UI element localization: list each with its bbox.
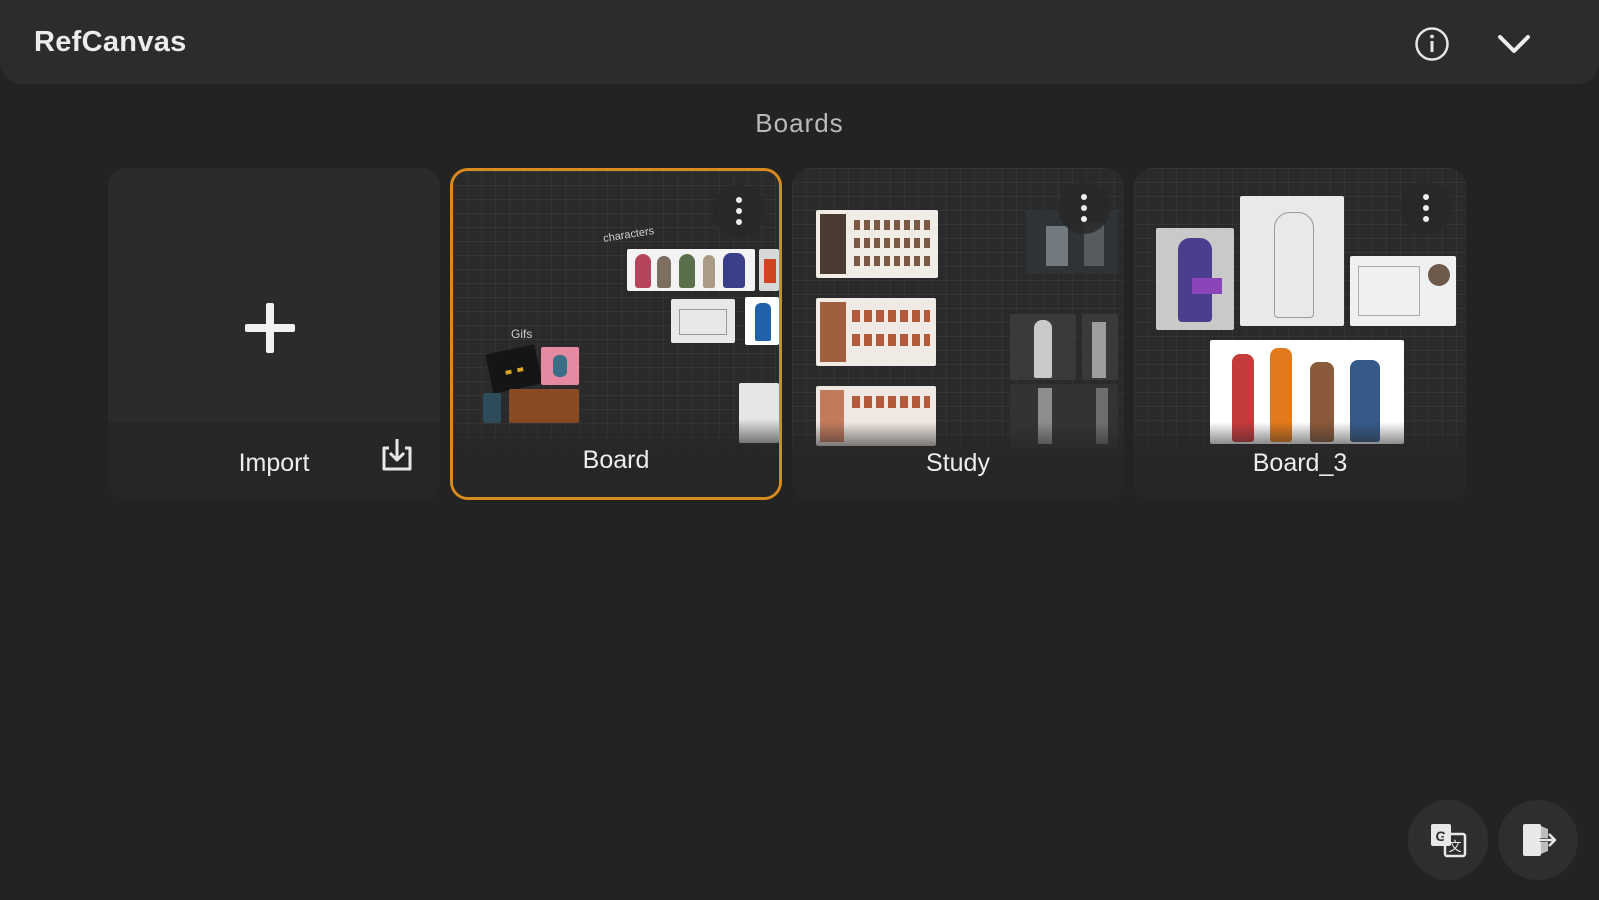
- app-title: RefCanvas: [34, 26, 187, 58]
- reference-image: [1350, 256, 1456, 326]
- reference-image: [671, 299, 735, 343]
- board-3-label: Board_3: [1252, 449, 1348, 477]
- board-menu-button[interactable]: [713, 185, 765, 237]
- translate-icon: G 文: [1431, 824, 1467, 858]
- reference-image: [759, 249, 779, 291]
- boards-heading: Boards: [755, 108, 844, 138]
- reference-image: [1240, 196, 1344, 326]
- study-menu-button[interactable]: [1058, 182, 1110, 234]
- translate-button[interactable]: G 文: [1408, 800, 1488, 880]
- top-bar: RefCanvas: [0, 0, 1599, 84]
- reference-image: [816, 210, 938, 278]
- reference-image: [509, 389, 579, 423]
- import-icon[interactable]: [378, 436, 416, 479]
- more-vertical-icon: [1423, 194, 1429, 222]
- more-vertical-icon: [736, 197, 742, 225]
- reference-image: [1082, 314, 1118, 380]
- reference-image: [745, 297, 779, 345]
- chevron-down-icon[interactable]: [1494, 24, 1534, 64]
- exit-icon: [1523, 824, 1557, 856]
- more-vertical-icon: [1081, 194, 1087, 222]
- board-3-menu-button[interactable]: [1400, 182, 1452, 234]
- reference-image: [1156, 228, 1234, 330]
- plus-icon: [243, 301, 297, 360]
- study-label: Study: [926, 449, 990, 477]
- reference-image: [1010, 314, 1076, 380]
- board-3-card[interactable]: Board_3: [1134, 168, 1466, 500]
- study-card[interactable]: Study: [792, 168, 1124, 500]
- reference-image: [816, 298, 936, 366]
- svg-text:文: 文: [1448, 840, 1461, 855]
- board-card[interactable]: characters Gifs Board: [450, 168, 782, 500]
- reference-image: [627, 249, 755, 291]
- exit-button[interactable]: [1498, 800, 1578, 880]
- info-icon[interactable]: [1412, 24, 1452, 64]
- reference-image: [541, 347, 579, 385]
- board-label: Board: [582, 446, 650, 474]
- board-annotation-gifs: Gifs: [511, 327, 533, 341]
- import-board-card[interactable]: Import: [108, 168, 440, 500]
